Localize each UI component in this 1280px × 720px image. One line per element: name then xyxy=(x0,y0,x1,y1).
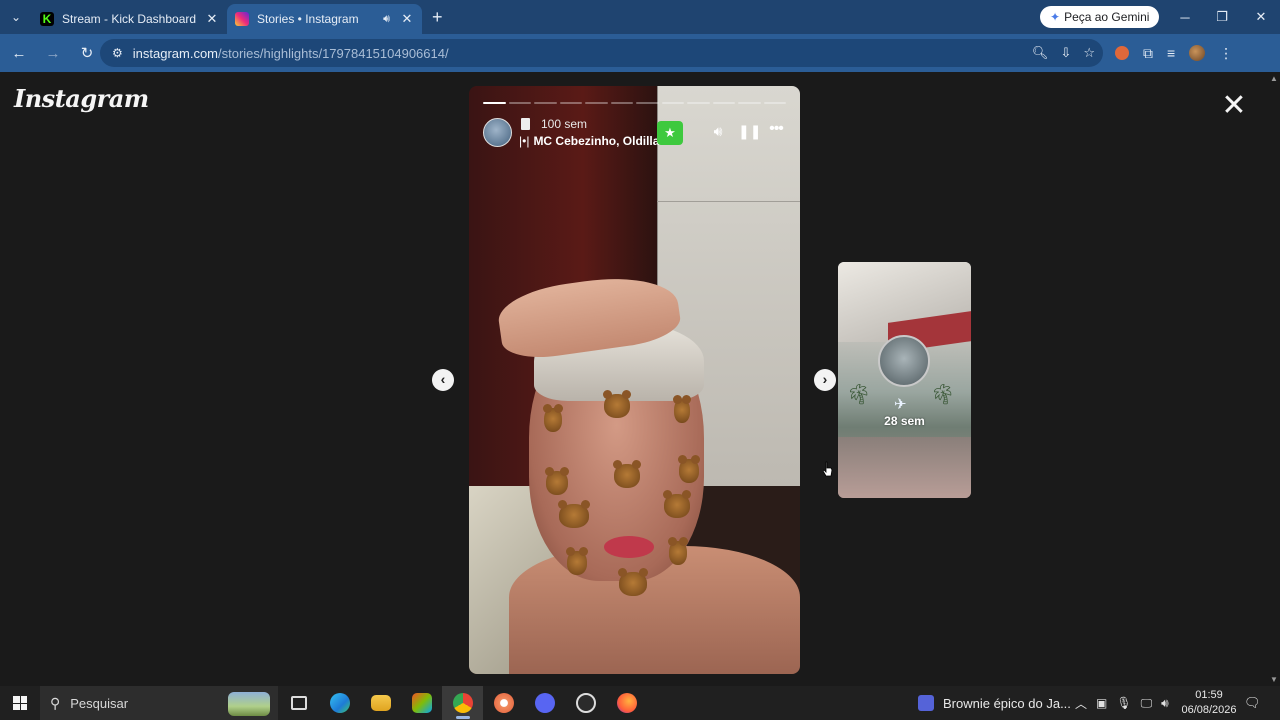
highlight-icon xyxy=(521,118,530,130)
instagram-stories-page: Instagram ✕ 100 sem |•| MC Cebezinho, Ol… xyxy=(0,72,1268,686)
music-bars-icon: |•| xyxy=(519,134,530,148)
tab-close-icon[interactable]: ✕ xyxy=(205,11,219,27)
mouse-cursor-icon xyxy=(823,461,833,477)
firefox-icon[interactable] xyxy=(606,686,647,720)
kick-icon: K xyxy=(40,12,54,26)
progress-segment xyxy=(763,102,786,104)
tab-title: Stories • Instagram xyxy=(257,12,359,26)
network-icon[interactable]: 🖵︎ xyxy=(1141,696,1153,711)
forward-arrow-icon[interactable]: → xyxy=(38,38,68,68)
profile-avatar[interactable] xyxy=(1189,45,1206,61)
notification-icon[interactable]: 🗨︎ xyxy=(1244,695,1261,711)
more-options-icon[interactable]: ••• xyxy=(766,120,786,138)
progress-segment xyxy=(508,102,531,104)
url-text[interactable]: instagram.com/stories/highlights/1797841… xyxy=(133,46,449,61)
volume-icon[interactable]: 🔊︎ xyxy=(708,123,728,140)
search-icon: ⚲ xyxy=(50,694,61,711)
tray-device-icon[interactable]: ▣ xyxy=(1096,696,1107,710)
page-scrollbar[interactable]: ▲ ▼ xyxy=(1268,72,1280,686)
tab-close-icon[interactable]: ✕ xyxy=(400,11,414,27)
close-friends-star-icon: ★ xyxy=(657,121,683,145)
tab-kick-dashboard[interactable]: K Stream - Kick Dashboard ✕ xyxy=(32,4,227,34)
progress-segment xyxy=(585,102,608,104)
extensions-puzzle-icon[interactable]: ⧉ xyxy=(1143,45,1153,62)
search-highlight-image xyxy=(228,692,270,716)
story-author-avatar[interactable] xyxy=(483,118,512,147)
reload-icon[interactable]: ↻ xyxy=(72,38,102,68)
window-close-icon[interactable]: ✕ xyxy=(1242,0,1280,34)
file-explorer-icon[interactable] xyxy=(360,686,401,720)
back-arrow-icon[interactable]: ← xyxy=(4,38,34,68)
system-tray: ︿ ▣ 🎙︎ 🖵︎ 🔊︎ xyxy=(1075,686,1169,720)
story-header: 100 sem |•| MC Cebezinho, Oldilla ★ 🔊︎ ❚❚… xyxy=(483,116,786,148)
clock-time: 01:59 xyxy=(1195,689,1223,701)
next-story-preview[interactable]: 🌴︎ 🌴︎ ✈ 28 sem xyxy=(838,262,971,498)
story-image xyxy=(469,86,800,674)
instagram-logo[interactable]: Instagram xyxy=(14,84,149,113)
speaker-icon[interactable]: 🔊︎ xyxy=(383,13,390,26)
app-icon-orange[interactable] xyxy=(483,686,524,720)
tray-chevron-up-icon[interactable]: ︿ xyxy=(1075,695,1087,712)
tab-search-chevron-icon[interactable]: ⌄ xyxy=(0,0,32,34)
previous-story-chevron-icon[interactable]: ‹ xyxy=(432,369,454,391)
site-settings-icon[interactable]: ⚙ xyxy=(112,46,123,60)
windows-taskbar: ⚲ Pesquisar Brownie épico do Ja... ︿ ▣ 🎙… xyxy=(0,686,1280,720)
zoom-icon[interactable]: 🔍︎ xyxy=(1032,45,1049,61)
next-story-avatar xyxy=(878,335,930,387)
browser-menu-icon[interactable]: ⋮ xyxy=(1219,45,1233,62)
address-bar[interactable]: ⚙ instagram.com/stories/highlights/17978… xyxy=(100,39,1103,67)
progress-segment xyxy=(636,102,659,104)
edge-icon[interactable] xyxy=(319,686,360,720)
taskbar-media-item[interactable]: Brownie épico do Ja... xyxy=(918,686,1071,720)
media-title: Brownie épico do Ja... xyxy=(943,695,1071,711)
windows-start-icon[interactable] xyxy=(0,686,40,720)
scroll-up-icon[interactable]: ▲ xyxy=(1270,74,1278,83)
gemini-spark-icon: ✦ xyxy=(1050,10,1061,24)
minimize-icon[interactable]: ─ xyxy=(1166,0,1204,34)
progress-segment xyxy=(483,102,506,104)
progress-segment xyxy=(712,102,735,104)
story-viewer[interactable]: 100 sem |•| MC Cebezinho, Oldilla ★ 🔊︎ ❚❚… xyxy=(469,86,800,674)
volume-tray-icon[interactable]: 🔊︎ xyxy=(1161,696,1169,711)
install-app-icon[interactable]: ⇩ xyxy=(1060,45,1071,61)
restore-icon[interactable]: ❐ xyxy=(1203,0,1241,34)
progress-segment xyxy=(687,102,710,104)
task-view-icon[interactable] xyxy=(278,686,319,720)
taskbar-search-box[interactable]: ⚲ Pesquisar xyxy=(40,686,278,720)
progress-segment xyxy=(559,102,582,104)
progress-segment xyxy=(610,102,633,104)
media-app-icon xyxy=(918,695,934,711)
gemini-button-label: Peça ao Gemini xyxy=(1064,10,1150,24)
story-music-link[interactable]: |•| MC Cebezinho, Oldilla xyxy=(519,134,659,148)
airplane-icon: ✈ xyxy=(894,396,907,413)
browser-toolbar: ← → ↻ ⚙ instagram.com/stories/highlights… xyxy=(0,34,1280,72)
tab-title: Stream - Kick Dashboard xyxy=(62,12,197,26)
scroll-down-icon[interactable]: ▼ xyxy=(1270,675,1278,684)
progress-segment xyxy=(534,102,557,104)
tab-instagram-stories[interactable]: Stories • Instagram 🔊︎ ✕ xyxy=(227,4,422,34)
browser-tab-bar: ⌄ K Stream - Kick Dashboard ✕ Stories • … xyxy=(0,0,1280,34)
microsoft-store-icon[interactable] xyxy=(401,686,442,720)
microphone-icon[interactable]: 🎙︎ xyxy=(1116,696,1131,710)
taskbar-search-placeholder: Pesquisar xyxy=(70,695,129,711)
progress-segment xyxy=(738,102,761,104)
taskbar-clock[interactable]: 01:59 06/08/2026 xyxy=(1176,688,1242,718)
extension-icon[interactable] xyxy=(1115,46,1129,60)
story-time-ago: 100 sem xyxy=(541,117,588,131)
ask-gemini-button[interactable]: ✦ Peça ao Gemini xyxy=(1040,6,1160,28)
app-icon-obs[interactable] xyxy=(565,686,606,720)
clock-date: 06/08/2026 xyxy=(1181,704,1237,716)
instagram-icon xyxy=(235,12,249,26)
bookmark-star-icon[interactable]: ☆ xyxy=(1083,45,1095,61)
story-progress-bar xyxy=(483,102,786,104)
close-stories-icon[interactable]: ✕ xyxy=(1220,91,1248,121)
media-control-icon[interactable]: ≡ xyxy=(1167,45,1175,61)
next-story-time-ago: 28 sem xyxy=(884,414,925,428)
chrome-icon[interactable] xyxy=(442,686,483,720)
app-icon-discord[interactable] xyxy=(524,686,565,720)
new-tab-plus-icon[interactable]: + xyxy=(432,7,443,28)
pause-icon[interactable]: ❚❚ xyxy=(738,123,761,140)
progress-segment xyxy=(661,102,684,104)
next-story-chevron-icon[interactable]: › xyxy=(814,369,836,391)
